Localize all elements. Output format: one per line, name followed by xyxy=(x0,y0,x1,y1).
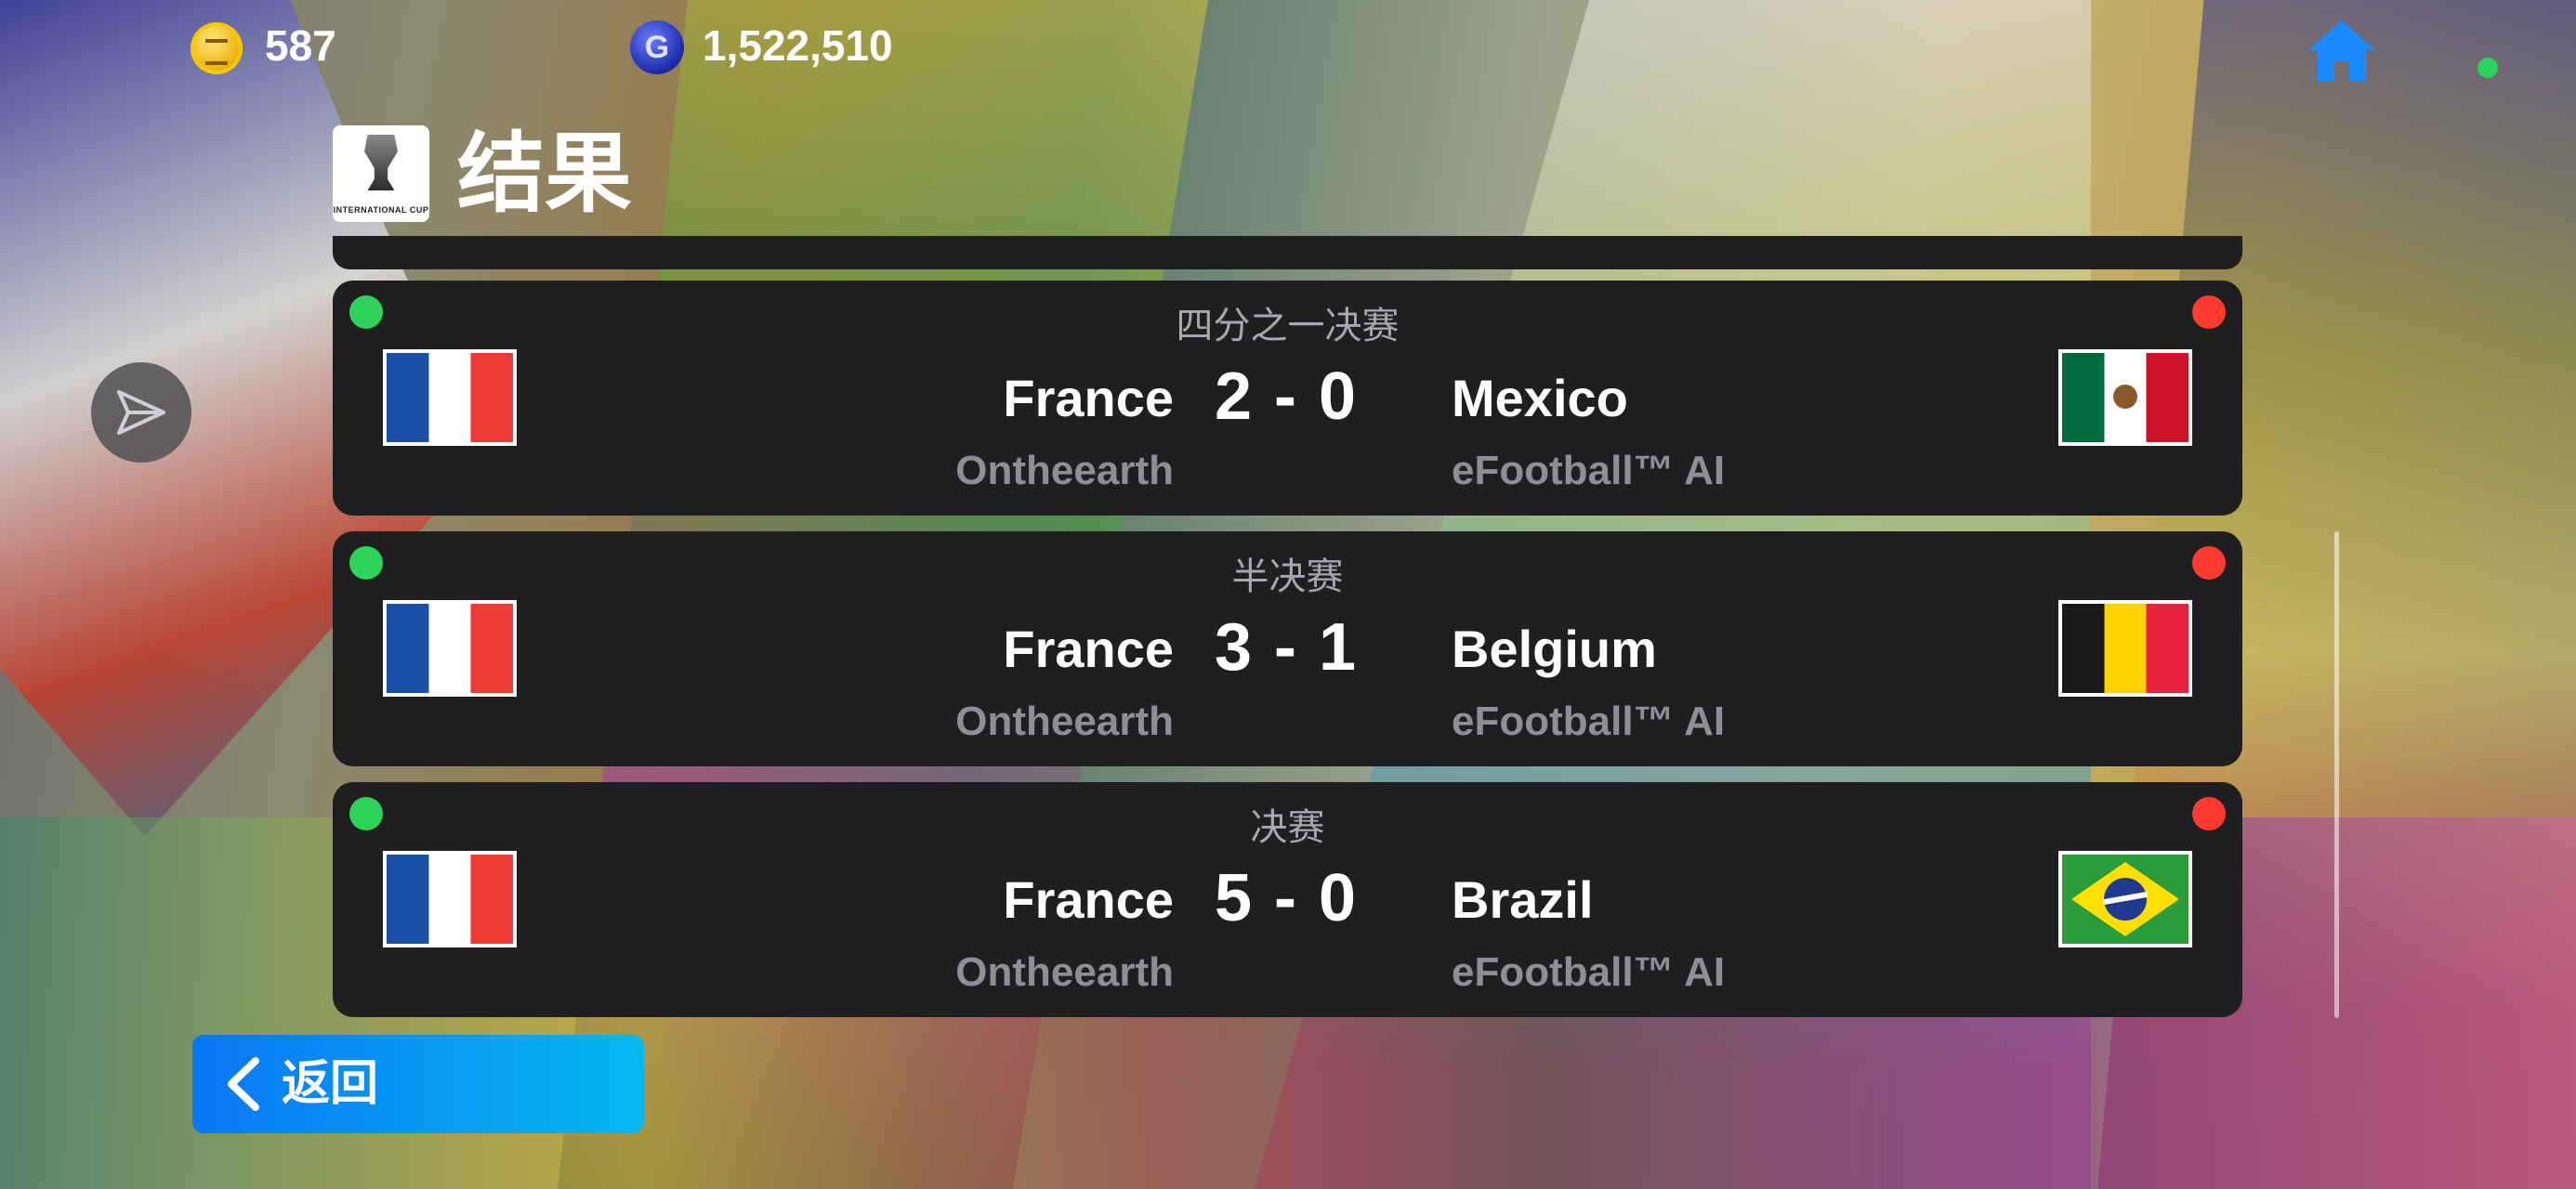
france-flag-icon xyxy=(387,855,513,944)
home-score: 3 xyxy=(1214,610,1252,685)
back-button[interactable]: 返回 xyxy=(192,1035,644,1133)
away-result-dot xyxy=(2192,797,2226,830)
score-separator: - xyxy=(1274,861,1296,935)
home-user-name: Ontheearth xyxy=(955,448,1174,493)
match-score: 5-0 xyxy=(1192,860,1378,936)
home-user-name: Ontheearth xyxy=(955,949,1174,995)
away-score: 1 xyxy=(1318,610,1357,685)
away-score: 0 xyxy=(1318,359,1357,434)
away-result-dot xyxy=(2192,295,2226,329)
score-separator: - xyxy=(1274,359,1296,434)
belgium-flag-icon xyxy=(2062,604,2188,693)
trophy-icon xyxy=(364,135,398,190)
share-icon xyxy=(117,390,165,435)
france-flag-icon xyxy=(387,353,513,442)
round-label: 四分之一决赛 xyxy=(1176,306,1400,346)
match-score: 3-1 xyxy=(1192,609,1378,686)
logo-text: INTERNATIONAL CUP xyxy=(333,205,429,215)
result-card[interactable]: 半决赛 France 3-1 Belgium Ontheearth eFootb… xyxy=(333,531,2242,766)
gp-balance: 1,522,510 xyxy=(703,21,893,70)
coin-icon xyxy=(191,22,243,74)
away-user-name: eFootball™ AI xyxy=(1452,448,1726,493)
results-list[interactable]: 四分之一决赛 France 2-0 Mexico Ontheearth eFoo… xyxy=(333,236,2242,1026)
home-icon[interactable] xyxy=(2305,17,2379,85)
score-separator: - xyxy=(1274,610,1296,685)
round-label: 半决赛 xyxy=(1231,556,1344,597)
online-status-dot xyxy=(2477,58,2498,78)
home-team-name: France xyxy=(1003,620,1174,678)
home-score: 5 xyxy=(1214,861,1252,935)
home-user-name: Ontheearth xyxy=(955,699,1174,744)
away-user-name: eFootball™ AI xyxy=(1452,699,1726,744)
back-button-label: 返回 xyxy=(282,1057,379,1111)
international-cup-logo: INTERNATIONAL CUP xyxy=(333,125,429,222)
home-score: 2 xyxy=(1214,359,1252,434)
brazil-flag-icon xyxy=(2062,855,2188,944)
round-label: 决赛 xyxy=(1250,807,1325,848)
away-team-name: Mexico xyxy=(1452,369,1628,427)
results-scrollbar[interactable] xyxy=(2334,531,2339,1018)
top-bar: 587 G 1,522,510 xyxy=(0,0,2576,93)
page-title: 结果 xyxy=(457,124,633,222)
coin-balance: 587 xyxy=(265,21,336,70)
away-result-dot xyxy=(2192,546,2226,580)
away-team-name: Brazil xyxy=(1452,870,1594,929)
home-team-name: France xyxy=(1003,369,1174,427)
mexico-flag-icon xyxy=(2062,353,2188,442)
previous-result-card-partial xyxy=(333,236,2242,269)
home-team-name: France xyxy=(1003,870,1174,929)
result-card[interactable]: 四分之一决赛 France 2-0 Mexico Ontheearth eFoo… xyxy=(333,281,2242,516)
share-button[interactable] xyxy=(91,362,191,463)
away-score: 0 xyxy=(1318,861,1357,935)
match-score: 2-0 xyxy=(1192,359,1378,435)
result-card[interactable]: 决赛 France 5-0 Brazil Ontheearth eFootbal… xyxy=(333,782,2242,1017)
away-user-name: eFootball™ AI xyxy=(1452,949,1726,995)
gp-icon: G xyxy=(630,20,684,74)
away-team-name: Belgium xyxy=(1452,620,1657,678)
france-flag-icon xyxy=(387,604,513,693)
results-screen: 587 G 1,522,510 INTERNATIONAL CUP 结果 四分之… xyxy=(0,0,2576,1189)
chevron-left-icon xyxy=(228,1057,259,1111)
